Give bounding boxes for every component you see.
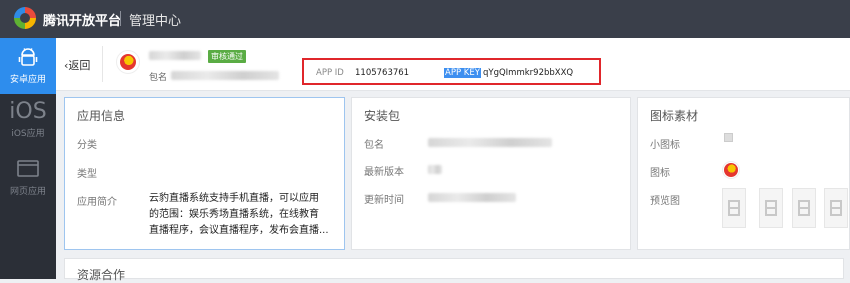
type-label: 类型	[77, 169, 97, 180]
ios-icon: iOS	[9, 99, 47, 124]
sidebar-item-android-apps[interactable]: 安卓应用	[0, 38, 56, 94]
panel-title: 应用信息	[77, 109, 126, 123]
app-logo	[116, 50, 140, 74]
small-icon-thumbnail[interactable]	[724, 133, 733, 142]
browser-window-icon	[17, 160, 39, 177]
resources-panel: 资源合作	[64, 258, 844, 282]
app-header: ‹返回 审核通过 包名 APP ID 1105763761 APP KEY qY…	[56, 38, 850, 91]
category-label: 分类	[77, 140, 97, 151]
install-package-name-label: 包名	[364, 140, 384, 151]
brand-name[interactable]: 腾讯开放平台	[43, 10, 121, 29]
app-summary: 云豹直播系统支持手机直播，可以应用 的范围：娱乐秀场直播系统，在线教育 直播程序…	[149, 193, 329, 236]
install-package-name-redacted	[428, 138, 552, 147]
package-name-label: 包名	[149, 73, 168, 83]
app-icon-thumbnail[interactable]	[722, 161, 740, 179]
update-time-redacted	[428, 193, 516, 202]
preview-label: 预览图	[650, 196, 680, 207]
latest-version-redacted	[428, 165, 442, 174]
console-title[interactable]: 管理中心	[129, 10, 181, 29]
back-label: 返回	[68, 59, 91, 72]
app-key-label: APP KEY	[444, 68, 481, 78]
package-name-redacted	[171, 71, 279, 80]
install-package-panel: 安装包 包名 最新版本 更新时间	[351, 97, 631, 250]
back-button[interactable]: ‹返回	[64, 57, 90, 73]
app-name-redacted	[149, 51, 201, 60]
small-icon-label: 小图标	[650, 140, 680, 151]
preview-image-placeholder[interactable]	[759, 188, 783, 228]
summary-label: 应用简介	[77, 197, 117, 208]
status-badge: 审核通过	[208, 50, 246, 63]
android-icon	[18, 48, 38, 66]
app-id-label: APP ID	[316, 68, 344, 78]
panel-title: 资源合作	[77, 268, 126, 282]
sidebar: 安卓应用 iOS iOS应用 网页应用	[0, 38, 56, 279]
credentials-highlight-box: APP ID 1105763761 APP KEY qYgQImmkr92bbX…	[302, 58, 601, 85]
preview-image-placeholder[interactable]	[722, 188, 746, 228]
preview-image-placeholder[interactable]	[792, 188, 816, 228]
app-key-value[interactable]: qYgQImmkr92bbXXQ	[483, 68, 573, 78]
panel-title: 安装包	[364, 109, 401, 123]
top-divider	[120, 11, 121, 26]
latest-version-label: 最新版本	[364, 167, 404, 178]
preview-image-placeholder[interactable]	[824, 188, 848, 228]
app-id-value[interactable]: 1105763761	[355, 68, 409, 78]
sidebar-item-label: iOS应用	[11, 129, 45, 139]
tencent-open-platform-logo-icon[interactable]	[14, 7, 36, 29]
header-divider	[102, 46, 103, 82]
top-navigation-bar: 腾讯开放平台 管理中心	[0, 0, 850, 38]
sidebar-item-label: 网页应用	[9, 187, 46, 197]
icon-label: 图标	[650, 168, 670, 179]
sidebar-item-web-apps[interactable]: 网页应用	[0, 150, 56, 206]
panel-title: 图标素材	[650, 109, 699, 123]
sidebar-item-label: 安卓应用	[9, 75, 46, 85]
icon-assets-panel: 图标素材 小图标 图标 预览图	[637, 97, 850, 250]
app-info-panel: 应用信息 分类 类型 应用简介 云豹直播系统支持手机直播，可以应用 的范围：娱乐…	[64, 97, 345, 250]
sidebar-item-ios-apps[interactable]: iOS iOS应用	[0, 96, 56, 152]
update-time-label: 更新时间	[364, 195, 404, 206]
